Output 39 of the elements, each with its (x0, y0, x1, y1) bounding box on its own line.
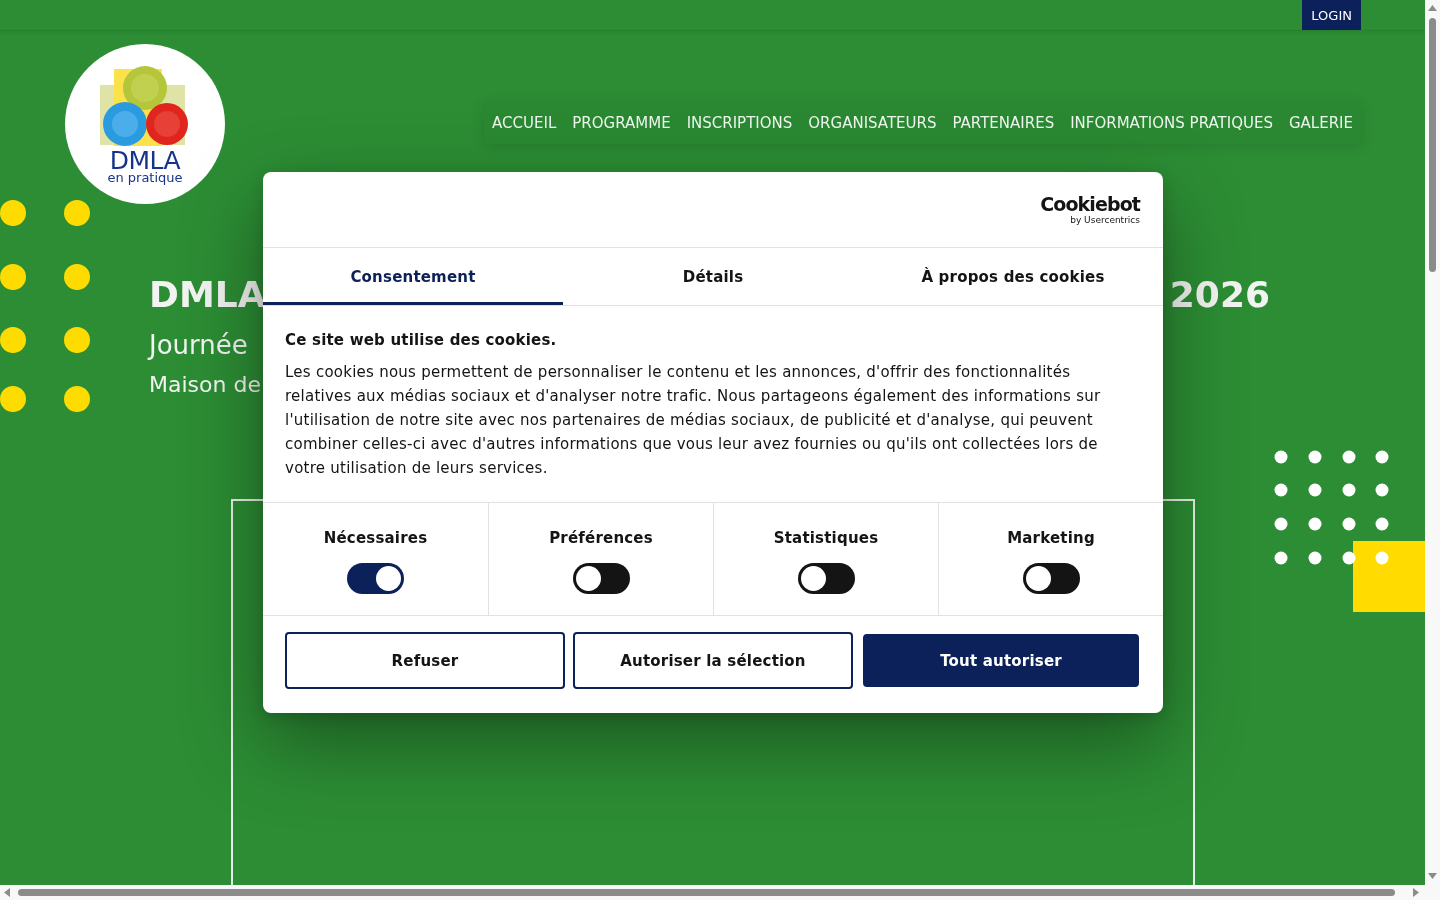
login-button[interactable]: LOGIN (1302, 0, 1361, 30)
toggle-switch[interactable] (347, 563, 404, 594)
dialog-heading: Ce site web utilise des cookies. (285, 330, 558, 351)
nav-link[interactable]: ACCUEIL (484, 103, 565, 144)
dialog-tab[interactable]: Détails (563, 248, 863, 305)
scrollbar-thumb[interactable] (18, 889, 1395, 896)
hero-location: Maison de (149, 371, 261, 399)
category-label: Statistiques (773, 528, 879, 549)
dialog-tab[interactable]: À propos des cookies (863, 248, 1163, 305)
toggle-switch[interactable] (797, 563, 855, 594)
nav-link[interactable]: INSCRIPTIONS (678, 103, 801, 144)
hero-title: DMLA (149, 273, 266, 317)
nav-link[interactable]: ORGANISATEURS (800, 103, 945, 144)
brand-tagline: by Usercentrics (1070, 215, 1140, 225)
category-label: Préférences (549, 528, 653, 549)
toggle-switch[interactable] (1022, 563, 1080, 594)
nav-link[interactable]: PARTENAIRES (944, 103, 1063, 144)
consent-button[interactable]: Refuser (285, 632, 565, 689)
logo-badge[interactable]: DMLA en pratique (65, 44, 225, 204)
category-label: Nécessaires (323, 528, 428, 549)
brand-name: Cookiebot (1040, 194, 1140, 215)
toggle-switch[interactable] (572, 563, 630, 594)
hero-title: 2026 (1169, 273, 1270, 317)
consent-button[interactable]: Autoriser la sélection (573, 632, 853, 689)
scroll-left-arrow-icon[interactable] (4, 888, 10, 897)
category-label: Marketing (1007, 528, 1095, 549)
scroll-down-arrow-icon[interactable] (1428, 873, 1437, 879)
nav-link[interactable]: PROGRAMME (564, 103, 679, 144)
accent-square (1353, 541, 1425, 612)
nav-link[interactable]: GALERIE (1280, 103, 1361, 144)
consent-button[interactable]: Tout autoriser (863, 634, 1139, 687)
nav-link[interactable]: INFORMATIONS PRATIQUES (1062, 103, 1281, 144)
scrollbar-thumb[interactable] (1429, 18, 1436, 272)
dialog-text: Les cookies nous permettent de personnaliser le contenu et les annonces, d'offrir des fonctionnalités relatives aux médias sociaux et d'analyser notre trafic. Nous partageons également des informations sur l'utilisation de notre site avec nos partenaires de médias sociaux, de publicité et d'analyse, qui peuvent combiner celles-ci avec d'autres informations que vous leur avez fournies ou qu'ils ont collectées lors de votre utilisation de leurs services. (285, 362, 1102, 479)
logo-tagline: en pratique (107, 171, 183, 185)
hero-subtitle: Journée (149, 329, 248, 362)
scroll-right-arrow-icon[interactable] (1413, 888, 1419, 897)
scroll-up-arrow-icon[interactable] (1428, 5, 1437, 11)
dialog-tab[interactable]: Consentement (263, 248, 563, 305)
